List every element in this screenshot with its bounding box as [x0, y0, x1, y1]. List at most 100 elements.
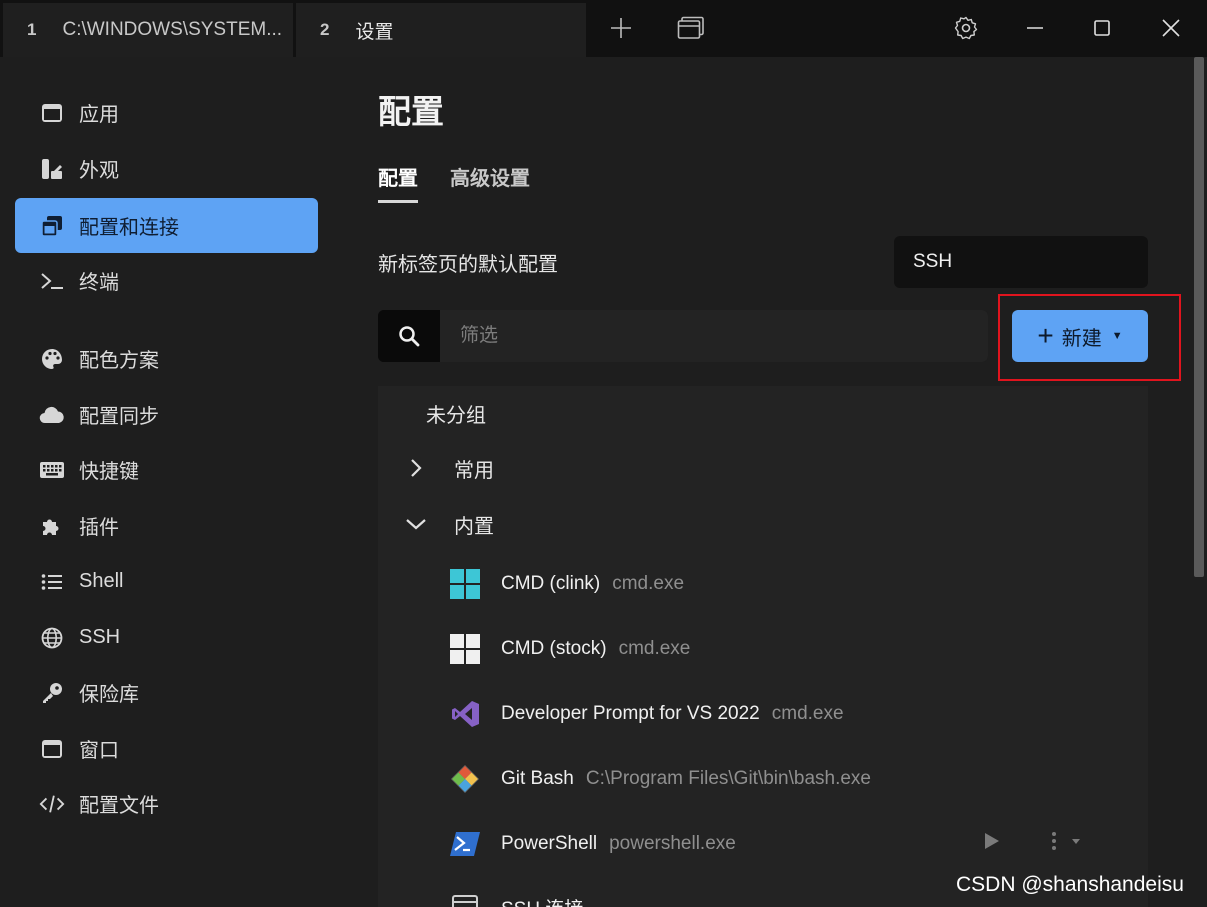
sidebar-item-window[interactable]: 窗口: [15, 721, 318, 776]
window-stack-icon: [39, 214, 65, 238]
sidebar-item-hotkeys[interactable]: 快捷键: [15, 442, 318, 497]
group-label: 常用: [454, 459, 494, 482]
profiles-panel: 配置 配置 高级设置 新标签页的默认配置 SSH + 新建 ▼ 未分组 常用 内…: [334, 57, 1194, 907]
list-icon: [39, 570, 65, 594]
group-builtin[interactable]: 内置: [378, 499, 1148, 549]
default-profile-label: 新标签页的默认配置: [378, 254, 558, 276]
profile-command: powershell.exe: [609, 833, 736, 854]
profile-name: PowerShell: [501, 833, 598, 854]
filter-input[interactable]: [440, 310, 988, 362]
tab-cmd[interactable]: 1 C:\WINDOWS\SYSTEM...: [3, 3, 293, 57]
highlight-box: [998, 294, 1181, 381]
sidebar-item-shell[interactable]: Shell: [15, 554, 318, 609]
sidebar-item-label: 终端: [79, 272, 119, 294]
gear-icon: [954, 16, 978, 40]
sidebar-item-config-file[interactable]: 配置文件: [15, 776, 318, 831]
maximize-icon: [1094, 20, 1110, 36]
profile-row[interactable]: CMD (clink) cmd.exe: [378, 555, 1148, 613]
title-bar: 1 C:\WINDOWS\SYSTEM... 2 设置: [0, 0, 1207, 57]
row-actions: [984, 831, 1080, 857]
default-profile-select[interactable]: SSH: [894, 236, 1148, 288]
key-icon: [39, 681, 65, 705]
window-list-button[interactable]: [671, 10, 711, 46]
sidebar-item-ssh[interactable]: SSH: [15, 610, 318, 665]
tab-title: C:\WINDOWS\SYSTEM...: [62, 19, 283, 40]
palette-brush-icon: [39, 157, 65, 181]
maximize-button[interactable]: [1082, 10, 1122, 46]
close-icon: [1162, 19, 1180, 37]
keyboard-icon: [39, 458, 65, 482]
profile-command: cmd.exe: [612, 573, 685, 594]
group-frequent[interactable]: 常用: [378, 443, 1148, 493]
sidebar-item-label: SSH: [79, 626, 121, 648]
more-menu-icon[interactable]: [1050, 831, 1080, 857]
window-icon: [39, 101, 65, 125]
sidebar-item-profiles[interactable]: 配置和连接: [15, 198, 318, 253]
sidebar-item-color-scheme[interactable]: 配色方案: [15, 331, 318, 386]
minimize-icon: [1027, 27, 1043, 29]
filter-search: [378, 310, 988, 362]
chevron-right-icon: [378, 458, 454, 478]
sidebar-item-vault[interactable]: 保险库: [15, 665, 318, 720]
profile-row[interactable]: Developer Prompt for VS 2022 cmd.exe: [378, 685, 1148, 743]
play-icon[interactable]: [984, 832, 1000, 856]
minimize-button[interactable]: [1015, 10, 1055, 46]
window-icon: [39, 737, 65, 761]
git-icon: [448, 762, 482, 796]
profile-name: Developer Prompt for VS 2022: [501, 703, 760, 724]
sidebar-item-label: Shell: [79, 570, 124, 592]
window-icon: [448, 890, 482, 907]
tab-number: 1: [27, 20, 37, 39]
sidebar-item-label: 窗口: [79, 740, 119, 762]
new-tab-button[interactable]: [601, 10, 641, 46]
palette-icon: [39, 347, 65, 371]
profile-name: SSH 连接: [501, 894, 583, 907]
profile-row[interactable]: CMD (stock) cmd.exe: [378, 620, 1148, 678]
profile-name: CMD (clink): [501, 573, 601, 594]
scrollbar[interactable]: [1194, 57, 1204, 577]
plus-icon: [611, 18, 631, 38]
chevron-down-icon: [378, 517, 454, 531]
settings-button[interactable]: [946, 10, 986, 46]
tab-title: 设置: [355, 21, 394, 43]
windows-clink-icon: [448, 567, 482, 601]
profile-command: cmd.exe: [618, 638, 691, 659]
visual-studio-icon: [448, 697, 482, 731]
sidebar-item-label: 插件: [79, 517, 119, 539]
tab-settings[interactable]: 2 设置: [296, 3, 586, 57]
sidebar-item-label: 配置同步: [79, 406, 159, 428]
profile-list: 未分组 常用 内置 CMD (clink) cmd.exe CMD (stock…: [378, 386, 1148, 907]
window-stack-icon: [677, 16, 704, 39]
profile-row[interactable]: PowerShell powershell.exe: [378, 815, 1148, 873]
tab-number: 2: [320, 20, 330, 39]
cloud-icon: [39, 403, 65, 427]
close-button[interactable]: [1151, 10, 1191, 46]
group-label: 内置: [454, 515, 494, 538]
profile-command: cmd.exe: [771, 703, 844, 724]
powershell-icon: [448, 827, 482, 861]
sidebar-item-terminal[interactable]: 终端: [15, 253, 318, 308]
terminal-icon: [39, 269, 65, 293]
profile-name: Git Bash: [501, 768, 574, 789]
code-icon: [39, 792, 65, 816]
search-icon: [378, 310, 440, 362]
sidebar-item-label: 配色方案: [79, 350, 159, 372]
sidebar-item-label: 保险库: [79, 684, 139, 706]
sidebar-item-plugins[interactable]: 插件: [15, 498, 318, 553]
watermark: CSDN @shanshandeisu: [956, 873, 1184, 896]
puzzle-icon: [39, 514, 65, 538]
sidebar-item-config-sync[interactable]: 配置同步: [15, 387, 318, 442]
sidebar-item-label: 配置和连接: [79, 217, 179, 239]
sidebar-item-appearance[interactable]: 外观: [15, 141, 318, 196]
sidebar-item-app[interactable]: 应用: [15, 85, 318, 140]
tab-profiles[interactable]: 配置: [378, 162, 418, 203]
profile-command: C:\Program Files\Git\bin\bash.exe: [585, 768, 871, 789]
sidebar-item-label: 外观: [79, 160, 119, 182]
tab-advanced[interactable]: 高级设置: [450, 162, 530, 191]
sidebar-item-label: 快捷键: [79, 461, 139, 483]
sidebar-item-label: 配置文件: [79, 795, 159, 817]
page-title: 配置: [378, 93, 444, 130]
profile-name: CMD (stock): [501, 638, 607, 659]
globe-icon: [39, 626, 65, 650]
profile-row[interactable]: Git Bash C:\Program Files\Git\bin\bash.e…: [378, 750, 1148, 808]
